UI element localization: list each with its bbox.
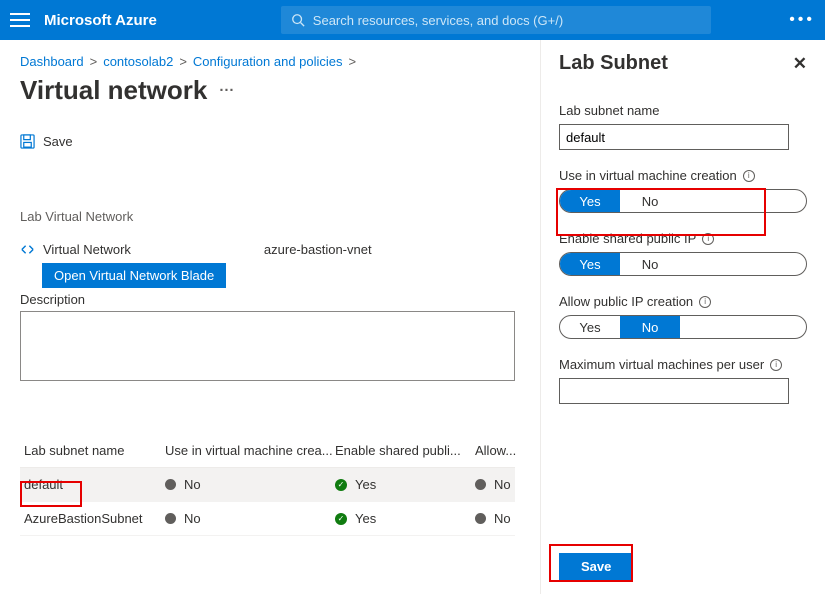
cell-allow: No bbox=[494, 477, 511, 492]
status-dot-grey bbox=[165, 479, 176, 490]
use-label: Use in virtual machine creation bbox=[559, 168, 737, 183]
toggle-yes[interactable]: Yes bbox=[560, 316, 620, 338]
status-dot-green: ✓ bbox=[335, 513, 347, 525]
shared-toggle[interactable]: Yes No bbox=[559, 252, 807, 276]
max-label: Maximum virtual machines per user bbox=[559, 357, 764, 372]
breadcrumb-config[interactable]: Configuration and policies bbox=[193, 54, 343, 69]
panel-save-button[interactable]: Save bbox=[559, 553, 633, 580]
panel-title: Lab Subnet bbox=[559, 52, 668, 75]
search-icon bbox=[291, 13, 305, 27]
hamburger-icon[interactable] bbox=[10, 13, 30, 27]
cell-name: default bbox=[20, 477, 165, 492]
info-icon[interactable]: i bbox=[699, 296, 711, 308]
table-row[interactable]: default No ✓ Yes No bbox=[20, 468, 515, 502]
shared-label: Enable shared public IP bbox=[559, 231, 696, 246]
cell-shared: Yes bbox=[355, 511, 376, 526]
toggle-no[interactable]: No bbox=[620, 253, 680, 275]
col-use[interactable]: Use in virtual machine crea... bbox=[165, 443, 335, 458]
cell-use: No bbox=[184, 477, 201, 492]
toggle-no[interactable]: No bbox=[620, 316, 680, 338]
toggle-no[interactable]: No bbox=[620, 190, 680, 212]
col-allow[interactable]: Allow... bbox=[475, 443, 515, 458]
brand-label: Microsoft Azure bbox=[44, 12, 157, 29]
breadcrumb-sep: > bbox=[349, 54, 357, 69]
status-dot-grey bbox=[475, 479, 486, 490]
info-icon[interactable]: i bbox=[770, 359, 782, 371]
breadcrumb-lab[interactable]: contosolab2 bbox=[103, 54, 173, 69]
subnet-table: Lab subnet name Use in virtual machine c… bbox=[20, 434, 515, 536]
info-icon[interactable]: i bbox=[743, 170, 755, 182]
global-search[interactable] bbox=[281, 6, 711, 34]
top-bar: Microsoft Azure ••• bbox=[0, 0, 825, 40]
breadcrumb-sep: > bbox=[179, 54, 187, 69]
open-vnet-blade-button[interactable]: Open Virtual Network Blade bbox=[42, 263, 226, 288]
search-input[interactable] bbox=[313, 13, 701, 28]
breadcrumb: Dashboard > contosolab2 > Configuration … bbox=[20, 54, 520, 69]
allow-toggle[interactable]: Yes No bbox=[559, 315, 807, 339]
vnet-value: azure-bastion-vnet bbox=[264, 242, 372, 257]
save-command[interactable]: Save bbox=[20, 134, 520, 149]
breadcrumb-dashboard[interactable]: Dashboard bbox=[20, 54, 84, 69]
toggle-yes[interactable]: Yes bbox=[560, 190, 620, 212]
col-subnet-name[interactable]: Lab subnet name bbox=[20, 443, 165, 458]
more-menu-icon[interactable]: ••• bbox=[789, 11, 815, 29]
max-vms-input[interactable] bbox=[559, 378, 789, 404]
cell-allow: No bbox=[494, 511, 511, 526]
status-dot-grey bbox=[165, 513, 176, 524]
vnet-icon bbox=[20, 242, 35, 257]
lab-subnet-panel: Lab Subnet ✕ Lab subnet name Use in virt… bbox=[540, 40, 825, 594]
cell-shared: Yes bbox=[355, 477, 376, 492]
page-title: Virtual network bbox=[20, 75, 207, 106]
vnet-label: Virtual Network bbox=[43, 242, 131, 257]
use-toggle[interactable]: Yes No bbox=[559, 189, 807, 213]
save-label: Save bbox=[43, 134, 73, 149]
info-icon[interactable]: i bbox=[702, 233, 714, 245]
page-more-icon[interactable]: ··· bbox=[219, 82, 234, 99]
section-label: Lab Virtual Network bbox=[20, 209, 520, 224]
table-row[interactable]: AzureBastionSubnet No ✓ Yes No bbox=[20, 502, 515, 536]
cell-name: AzureBastionSubnet bbox=[20, 511, 165, 526]
toggle-yes[interactable]: Yes bbox=[560, 253, 620, 275]
save-icon bbox=[20, 134, 35, 149]
breadcrumb-sep: > bbox=[90, 54, 98, 69]
description-input[interactable] bbox=[20, 311, 515, 381]
close-icon[interactable]: ✕ bbox=[793, 54, 807, 74]
status-dot-green: ✓ bbox=[335, 479, 347, 491]
col-shared[interactable]: Enable shared publi... bbox=[335, 443, 475, 458]
cell-use: No bbox=[184, 511, 201, 526]
allow-label: Allow public IP creation bbox=[559, 294, 693, 309]
subnet-name-input[interactable] bbox=[559, 124, 789, 150]
status-dot-grey bbox=[475, 513, 486, 524]
subnet-name-label: Lab subnet name bbox=[559, 103, 807, 118]
description-label: Description bbox=[20, 292, 520, 307]
